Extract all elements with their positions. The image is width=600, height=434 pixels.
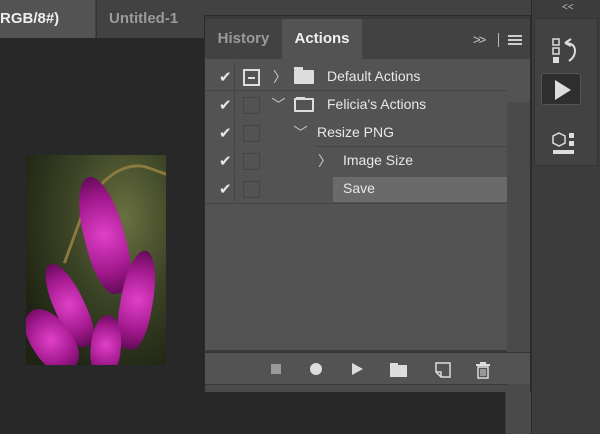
action-row-image-size[interactable]: ✔ 〉 Image Size [205,147,507,174]
action-row-resize-png[interactable]: ✔ 〉 Resize PNG [205,119,507,146]
panel-dock: << [531,0,600,434]
row-label: Save [343,180,375,196]
document-tab-untitled[interactable]: Untitled-1 @ [96,0,206,65]
expand-panel-icon[interactable]: >> [473,32,486,47]
dock-group [534,18,598,166]
chevron-down-icon[interactable]: 〉 [268,97,288,111]
chevron-right-icon[interactable]: 〉 [273,67,287,87]
dialog-toggle-empty[interactable] [243,181,260,198]
play-icon [555,80,571,100]
actions-list: ✔ 〉 Default Actions ✔ 〉 Felicia's Action… [205,59,530,393]
dialog-toggle-empty[interactable] [243,125,260,142]
check-icon[interactable]: ✔ [219,96,232,114]
tab-actions[interactable]: Actions [282,19,362,59]
tab-history[interactable]: History [205,19,282,59]
check-icon[interactable]: ✔ [219,124,232,142]
row-label: Resize PNG [317,124,395,140]
folder-icon [294,67,314,84]
actions-toolbar [205,352,530,384]
3d-icon[interactable] [551,131,581,159]
panel-menu-icon[interactable] [508,35,522,45]
panel-tab-bar: History Actions >> [205,19,530,59]
row-label: Default Actions [327,68,421,84]
chevron-down-icon[interactable]: 〉 [290,125,310,139]
flower-image [26,155,166,365]
new-set-icon[interactable] [389,362,409,378]
resize-grip[interactable] [205,385,530,392]
action-row-felicias-actions[interactable]: ✔ 〉 Felicia's Actions [205,91,507,118]
collapse-dock-button[interactable]: << [562,2,574,13]
divider [498,33,499,47]
check-icon[interactable]: ✔ [219,68,232,86]
play-icon[interactable] [350,362,364,376]
action-row-default-actions[interactable]: ✔ 〉 Default Actions [205,63,507,90]
check-icon[interactable]: ✔ [219,152,232,170]
delete-icon[interactable] [475,362,491,379]
scrollbar[interactable] [507,102,530,393]
stop-icon[interactable] [269,362,283,376]
check-icon[interactable]: ✔ [219,180,232,198]
dialog-toggle-empty[interactable] [243,153,260,170]
history-icon[interactable] [551,37,581,65]
folder-open-icon [294,97,314,112]
record-icon[interactable] [309,362,323,376]
chevron-right-icon[interactable]: 〉 [318,151,332,171]
actions-dock-button[interactable] [541,73,581,105]
document-tab-active[interactable]: RGB/8#) [0,0,95,38]
actions-panel: History Actions >> ✔ 〉 Default Actions ✔… [204,15,531,393]
row-label: Felicia's Actions [327,96,427,112]
row-label: Image Size [343,152,414,168]
dialog-toggle-empty[interactable] [243,97,260,114]
new-action-icon[interactable] [435,362,451,378]
action-row-save[interactable]: ✔ Save [205,175,507,202]
dialog-toggle-icon[interactable] [243,69,260,86]
